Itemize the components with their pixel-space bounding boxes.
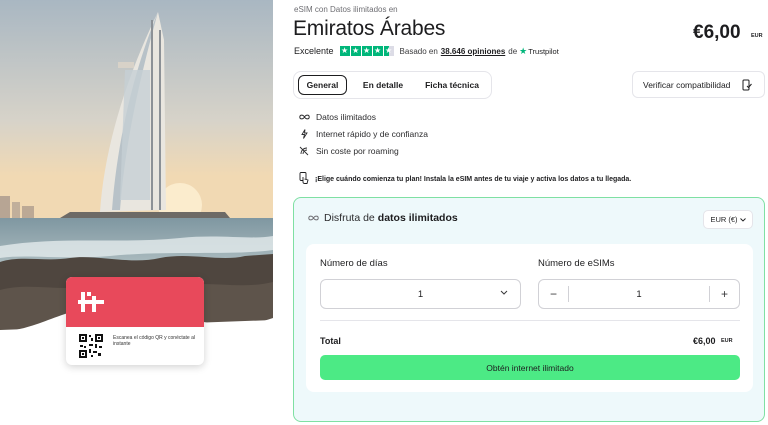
tab-en-detalle[interactable]: En detalle bbox=[347, 75, 419, 95]
total-label: Total bbox=[320, 336, 341, 346]
chevron-down-icon bbox=[739, 217, 746, 222]
trustpilot-logo: Trustpilot bbox=[528, 46, 559, 56]
holafly-logo-icon bbox=[78, 292, 104, 312]
days-select[interactable]: 1 bbox=[320, 279, 521, 309]
feature-list: Datos ilimitados Internet rápido y de co… bbox=[298, 108, 428, 159]
feature-item: Internet rápido y de confianza bbox=[298, 125, 428, 142]
card-header bbox=[66, 277, 204, 327]
product-price: €6,00 bbox=[693, 22, 741, 43]
rating-label: Excelente bbox=[294, 46, 334, 56]
hero-image: Escanea el código QR y conéctate al inst… bbox=[0, 0, 273, 425]
phone-check-icon bbox=[742, 79, 752, 91]
card-body: Escanea el código QR y conéctate al inst… bbox=[66, 327, 204, 365]
esims-stepper: − 1 + bbox=[538, 279, 740, 309]
star-icon: ★ bbox=[350, 46, 361, 56]
reviews-link[interactable]: 38.646 opiniones bbox=[441, 47, 505, 56]
esim-card: Escanea el código QR y conéctate al inst… bbox=[66, 277, 204, 365]
verify-label: Verificar compatibilidad bbox=[643, 79, 731, 90]
verify-compatibility-button[interactable]: Verificar compatibilidad bbox=[632, 71, 765, 98]
currency-value: EUR (€) bbox=[710, 215, 738, 224]
panel-heading: Disfruta de datos ilimitados bbox=[308, 212, 458, 224]
product-title: Emiratos Árabes bbox=[293, 17, 446, 40]
total-currency: EUR bbox=[721, 338, 733, 344]
activation-notice: ¡Elige cuándo comienza tu plan! Instala … bbox=[299, 172, 631, 186]
days-label: Número de días bbox=[320, 258, 388, 269]
product-tabs: General En detalle Ficha técnica bbox=[293, 71, 492, 99]
price-currency: EUR bbox=[751, 33, 763, 39]
trustpilot-rating: Excelente ★ ★ ★ ★ ★ Basado en 38.646 opi… bbox=[294, 45, 559, 57]
increment-button[interactable]: + bbox=[709, 286, 739, 302]
currency-select[interactable]: EUR (€) bbox=[703, 210, 753, 229]
lightning-icon bbox=[298, 128, 310, 139]
trustpilot-star-icon: ★ bbox=[519, 45, 528, 56]
feature-text: Datos ilimitados bbox=[316, 111, 376, 122]
tab-general[interactable]: General bbox=[298, 75, 347, 95]
plan-config: Número de días Número de eSIMs 1 − 1 + T… bbox=[306, 244, 753, 392]
product-supertitle: eSIM con Datos ilimitados en bbox=[294, 5, 398, 14]
qr-code-icon bbox=[79, 334, 103, 358]
hand-tap-icon bbox=[299, 172, 311, 186]
notice-text: ¡Elige cuándo comienza tu plan! Instala … bbox=[315, 175, 632, 183]
feature-item: Sin coste por roaming bbox=[298, 142, 428, 159]
decrement-button[interactable]: − bbox=[539, 286, 569, 302]
days-value: 1 bbox=[417, 288, 424, 300]
esims-value[interactable]: 1 bbox=[569, 289, 709, 300]
total-value: €6,00 bbox=[693, 336, 716, 346]
feature-text: Sin coste por roaming bbox=[316, 145, 399, 156]
get-unlimited-internet-button[interactable]: Obtén internet ilimitado bbox=[320, 355, 740, 380]
feature-item: Datos ilimitados bbox=[298, 108, 428, 125]
star-icon: ★ bbox=[339, 46, 350, 56]
rating-stars: ★ ★ ★ ★ ★ bbox=[339, 46, 394, 56]
heading-bold: datos ilimitados bbox=[377, 212, 458, 224]
no-roaming-icon bbox=[298, 146, 310, 156]
rating-based-on: Basado en bbox=[399, 46, 438, 56]
purchase-panel: Disfruta de datos ilimitados EUR (€) Núm… bbox=[293, 197, 765, 422]
infinity-icon bbox=[308, 212, 319, 224]
divider bbox=[320, 320, 740, 321]
half-star-icon: ★ bbox=[383, 46, 394, 56]
feature-text: Internet rápido y de confianza bbox=[316, 128, 428, 139]
infinity-icon bbox=[298, 114, 310, 120]
heading-prefix: Disfruta de bbox=[324, 212, 375, 224]
star-icon: ★ bbox=[361, 46, 372, 56]
qr-instructions: Escanea el código QR y conéctate al inst… bbox=[113, 335, 195, 347]
tab-ficha-tecnica[interactable]: Ficha técnica bbox=[419, 75, 485, 95]
esims-label: Número de eSIMs bbox=[538, 258, 615, 269]
chevron-down-icon bbox=[500, 290, 508, 295]
star-icon: ★ bbox=[372, 46, 383, 56]
rating-of: de bbox=[508, 46, 518, 56]
